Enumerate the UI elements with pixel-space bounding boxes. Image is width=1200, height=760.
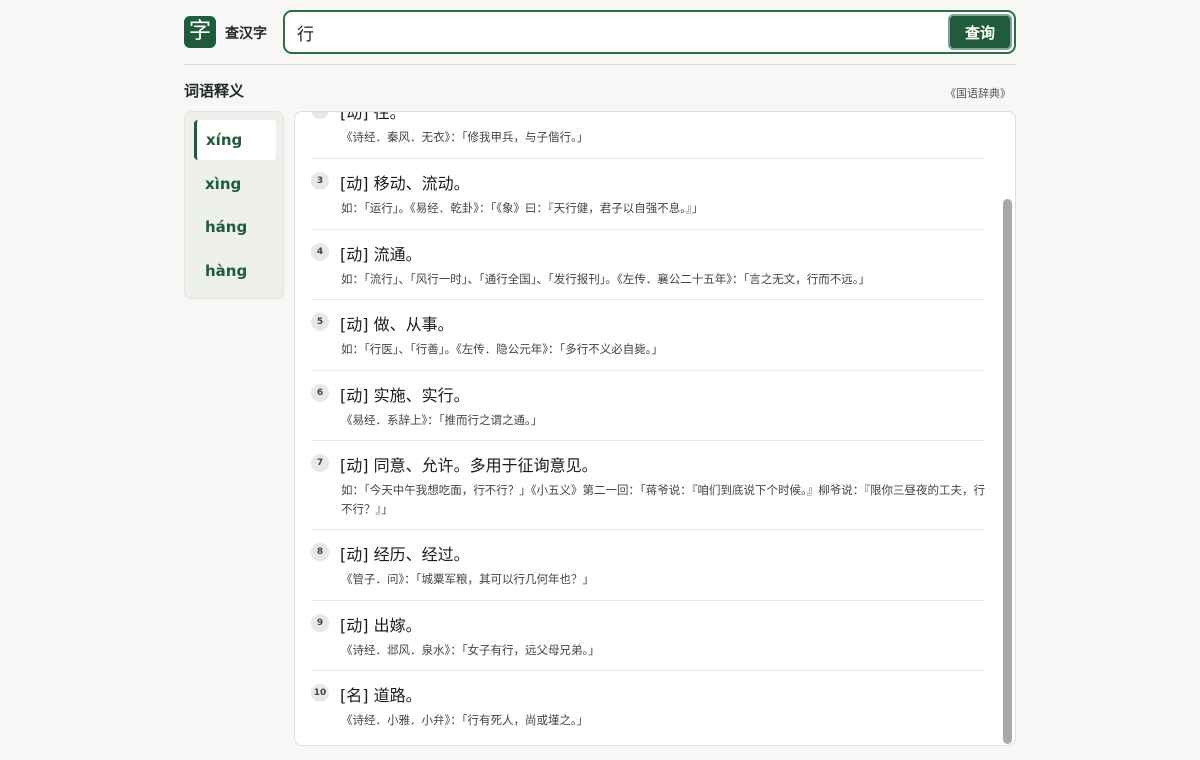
definition-example: 如：「今天中午我想吃面，行不行？」《小五义》第二一回：「蒋爷说：『咱们到底说下个… — [341, 483, 985, 516]
definition-text: [动] 流通。 — [340, 245, 422, 264]
definition-item: 3 [动] 移动、流动。 如：「运行」。《易经．乾卦》：「《象》曰：『天行健，君… — [311, 159, 985, 230]
search-button[interactable]: 查询 — [948, 14, 1012, 50]
pinyin-tab-hang4[interactable]: hàng — [194, 251, 276, 291]
dictionary-source: 《国语辞典》 — [945, 87, 1011, 100]
header-divider — [184, 64, 1016, 65]
definition-example: 《诗经．秦风．无衣》：「修我甲兵，与子偕行。」 — [341, 130, 589, 144]
definition-item: 5 [动] 做、从事。 如：「行医」、「行善」。《左传．隐公元年》：「多行不义必… — [311, 300, 985, 371]
pinyin-tabs: xíng xìng háng hàng — [184, 111, 284, 299]
definition-example: 《管子．问》：「城粟军粮，其可以行几何年也？」 — [341, 572, 594, 586]
definition-text: [动] 经历、经过。 — [340, 545, 470, 564]
pinyin-tab-xing4[interactable]: xìng — [194, 164, 276, 204]
definition-example: 《易经．系辞上》：「推而行之谓之通。」 — [341, 413, 543, 427]
search-box: 查询 — [283, 10, 1016, 54]
definition-item: 7 [动] 同意、允许。多用于征询意见。 如：「今天中午我想吃面，行不行？」《小… — [311, 441, 985, 530]
definition-example: 《诗经．邶风．泉水》：「女子有行，远父母兄弟。」 — [341, 643, 600, 657]
definition-number: 8 — [311, 543, 329, 561]
definition-text: [动] 移动、流动。 — [340, 174, 470, 193]
pinyin-tab-hang2[interactable]: háng — [194, 207, 276, 247]
definition-text: [动] 同意、允许。多用于征询意见。 — [340, 456, 598, 475]
section-title: 词语释义 — [184, 82, 245, 100]
definitions-panel[interactable]: [动] 往。 《诗经．秦风．无衣》：「修我甲兵，与子偕行。」 3 [动] 移动、… — [294, 111, 1016, 746]
definition-item: [动] 往。 《诗经．秦风．无衣》：「修我甲兵，与子偕行。」 — [311, 111, 985, 159]
definition-text: [动] 往。 — [340, 111, 406, 122]
definition-item: 6 [动] 实施、实行。 《易经．系辞上》：「推而行之谓之通。」 — [311, 371, 985, 441]
definition-item: 8 [动] 经历、经过。 《管子．问》：「城粟军粮，其可以行几何年也？」 — [311, 530, 985, 601]
definition-item: 10 [名] 道路。 《诗经．小雅．小弁》：「行有死人，尚或墐之。」 — [311, 671, 985, 745]
definition-number: 5 — [311, 313, 329, 331]
definition-number: 10 — [311, 684, 329, 702]
definition-example: 如：「运行」。《易经．乾卦》：「《象》曰：『天行健，君子以自强不息。』」 — [341, 201, 704, 215]
definition-example: 《诗经．小雅．小弁》：「行有死人，尚或墐之。」 — [341, 713, 589, 727]
definitions-scrollbar[interactable] — [1003, 199, 1012, 744]
search-input[interactable] — [297, 21, 937, 43]
definition-item: 4 [动] 流通。 如：「流行」、「风行一时」、「通行全国」、「发行报刊」。《左… — [311, 230, 985, 300]
definition-number: 6 — [311, 384, 329, 402]
definition-number: 9 — [311, 614, 329, 632]
definition-text: [动] 出嫁。 — [340, 616, 422, 635]
definition-text: [动] 做、从事。 — [340, 315, 454, 334]
definition-number: 7 — [311, 454, 329, 472]
pinyin-tab-xing2[interactable]: xíng — [194, 120, 276, 160]
definition-example: 如：「流行」、「风行一时」、「通行全国」、「发行报刊」。《左传．襄公二十五年》：… — [341, 272, 870, 286]
header: 字 查汉字 查询 — [184, 10, 1016, 54]
app-logo[interactable]: 字 — [184, 16, 216, 48]
definition-number — [311, 112, 329, 119]
definition-text: [动] 实施、实行。 — [340, 386, 470, 405]
definition-text: [名] 道路。 — [340, 686, 422, 705]
definition-number: 4 — [311, 243, 329, 261]
app-name[interactable]: 查汉字 — [225, 23, 267, 43]
definition-item: 9 [动] 出嫁。 《诗经．邶风．泉水》：「女子有行，远父母兄弟。」 — [311, 601, 985, 671]
definition-example: 如：「行医」、「行善」。《左传．隐公元年》：「多行不义必自毙。」 — [341, 342, 663, 356]
definition-number: 3 — [311, 172, 329, 190]
